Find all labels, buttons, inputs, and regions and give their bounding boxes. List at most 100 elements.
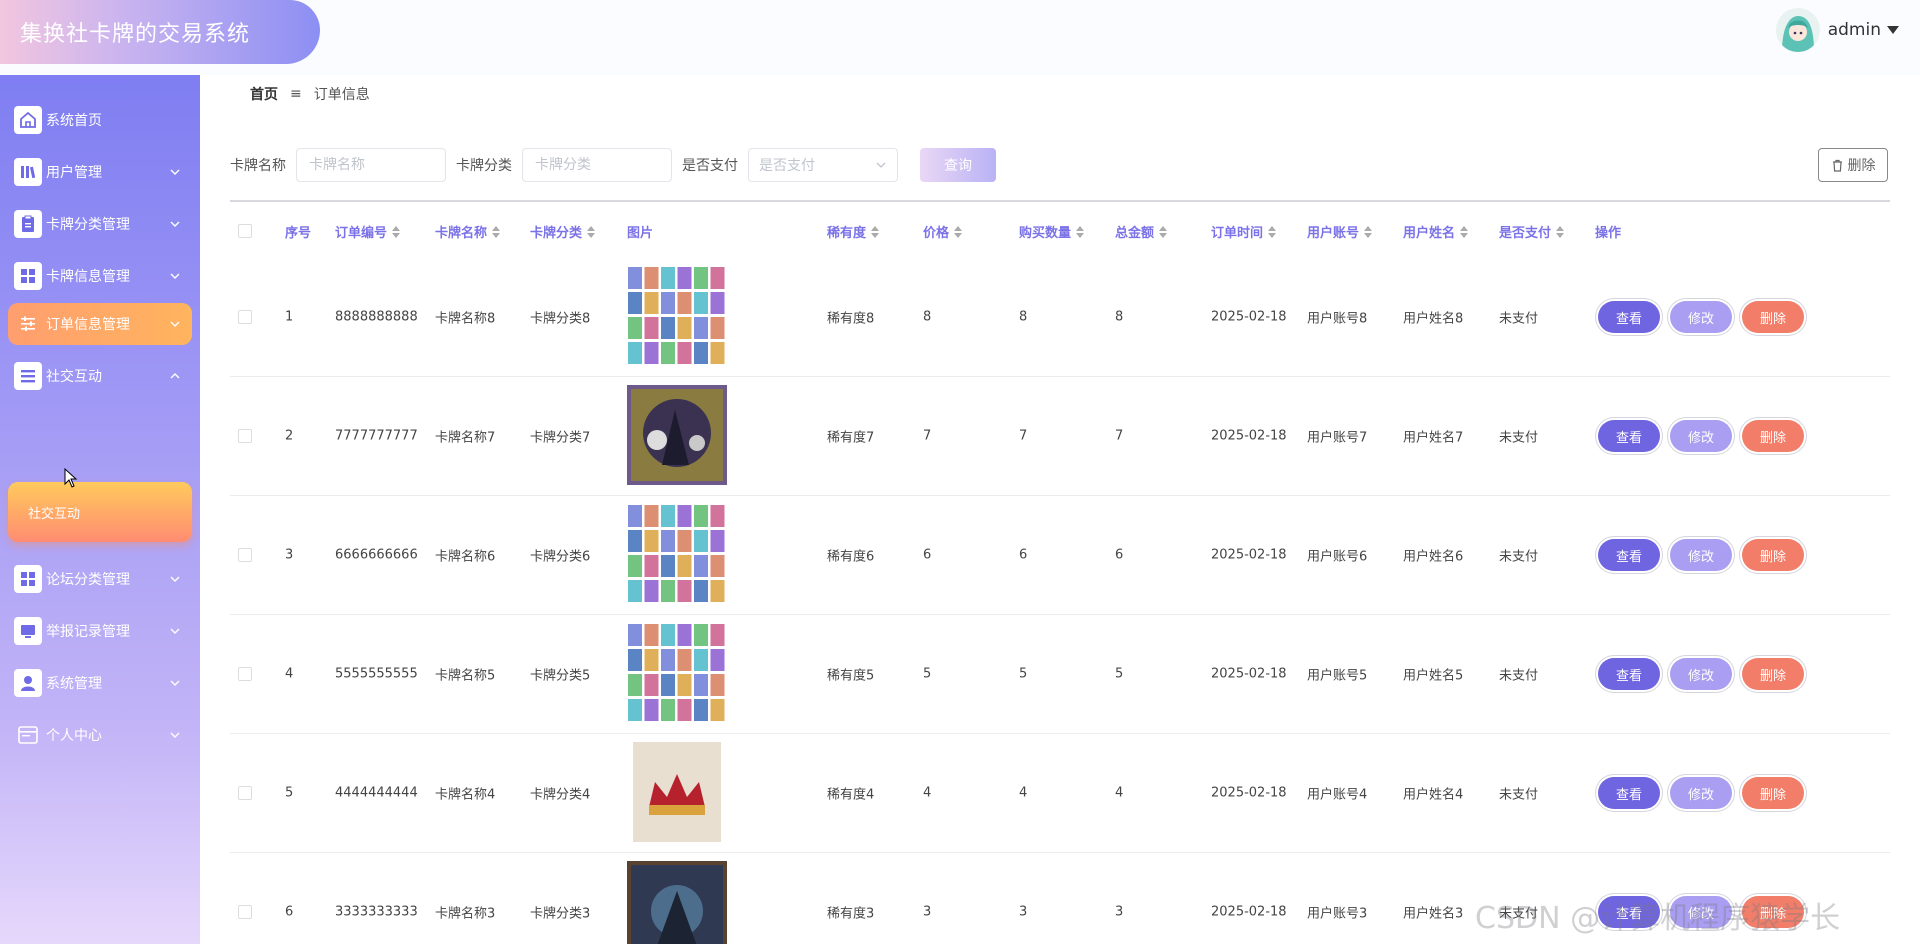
cell-card-name: 卡牌名称3	[435, 906, 496, 922]
sidebar-item-users[interactable]: 用户管理	[8, 151, 192, 193]
card-image[interactable]	[627, 623, 727, 723]
sidebar-item-system[interactable]: 系统管理	[8, 662, 192, 704]
chevron-down-icon	[170, 221, 180, 227]
cell-card-name: 卡牌名称4	[435, 787, 496, 803]
col-paid[interactable]: 是否支付	[1499, 222, 1565, 241]
cell-index: 2	[285, 428, 294, 444]
grid-icon	[14, 565, 42, 593]
cell-account: 用户账号4	[1307, 787, 1368, 803]
view-button[interactable]: 查看	[1598, 301, 1660, 333]
row-actions: 查看 修改 删除	[1598, 658, 1814, 690]
cell-rarity: 稀有度5	[827, 668, 875, 684]
cell-card-name: 卡牌名称7	[435, 430, 496, 446]
submenu-item-social[interactable]: 社交互动	[8, 482, 192, 542]
delete-button[interactable]: 删除	[1742, 777, 1804, 809]
cell-qty: 6	[1019, 547, 1028, 563]
sidebar-item-forum-category[interactable]: 论坛分类管理	[8, 558, 192, 600]
edit-button[interactable]: 修改	[1670, 658, 1732, 690]
card-category-input[interactable]	[522, 148, 672, 182]
query-button[interactable]: 查询	[920, 148, 996, 182]
cell-price: 4	[923, 785, 932, 801]
delete-button[interactable]: 删除	[1742, 420, 1804, 452]
delete-button[interactable]: 删除	[1742, 539, 1804, 571]
sidebar-item-profile[interactable]: 个人中心	[8, 714, 192, 756]
breadcrumb-home[interactable]: 首页	[250, 84, 278, 104]
col-order-no[interactable]: 订单编号	[335, 222, 401, 241]
orders-table: 序号 订单编号 卡牌名称 卡牌分类 图片 稀有度 价格 购买数量 总金额 订单时…	[230, 200, 1890, 944]
sort-icon	[954, 225, 963, 238]
sort-icon	[871, 225, 880, 238]
col-qty[interactable]: 购买数量	[1019, 222, 1085, 241]
view-button[interactable]: 查看	[1598, 777, 1660, 809]
col-price[interactable]: 价格	[923, 222, 963, 241]
card-image[interactable]	[627, 504, 727, 604]
paid-select[interactable]: 是否支付	[748, 148, 898, 182]
chevron-down-icon	[170, 576, 180, 582]
sidebar-item-label: 卡牌信息管理	[46, 269, 130, 285]
edit-button[interactable]: 修改	[1670, 539, 1732, 571]
paid-select-placeholder: 是否支付	[759, 158, 815, 174]
cell-username: 用户姓名4	[1403, 787, 1464, 803]
cell-category: 卡牌分类3	[530, 906, 591, 922]
row-checkbox[interactable]	[238, 548, 252, 562]
user-name[interactable]: admin	[1828, 20, 1881, 40]
view-button[interactable]: 查看	[1598, 658, 1660, 690]
bulk-delete-label: 删除	[1847, 158, 1876, 174]
view-button[interactable]: 查看	[1598, 539, 1660, 571]
cell-date: 2025-02-18	[1211, 309, 1287, 325]
card-name-input[interactable]	[296, 148, 446, 182]
bulk-delete-button[interactable]: 删除	[1818, 148, 1888, 182]
caret-down-icon[interactable]	[1887, 26, 1899, 34]
sidebar-item-orders[interactable]: 订单信息管理	[8, 303, 192, 345]
cell-date: 2025-02-18	[1211, 666, 1287, 682]
table-body: 1 8888888888 卡牌名称8 卡牌分类8 稀有度8 8 8 8 2025-02-18 用户…	[230, 258, 1890, 944]
sliders-icon	[14, 310, 42, 338]
cell-account: 用户账号5	[1307, 668, 1368, 684]
cell-username: 用户姓名7	[1403, 430, 1464, 446]
paid-label: 是否支付	[682, 158, 738, 174]
sidebar-item-card-info[interactable]: 卡牌信息管理	[8, 255, 192, 297]
col-rarity[interactable]: 稀有度	[827, 222, 880, 241]
sidebar-item-reports[interactable]: 举报记录管理	[8, 610, 192, 652]
sort-icon	[492, 225, 501, 238]
delete-button[interactable]: 删除	[1742, 658, 1804, 690]
view-button[interactable]: 查看	[1598, 420, 1660, 452]
col-username[interactable]: 用户姓名	[1403, 222, 1469, 241]
user-menu[interactable]: admin	[1775, 8, 1899, 52]
col-date[interactable]: 订单时间	[1211, 222, 1277, 241]
card-image[interactable]	[627, 861, 727, 944]
avatar[interactable]	[1775, 8, 1820, 52]
row-checkbox[interactable]	[238, 667, 252, 681]
sidebar-item-home[interactable]: 系统首页	[8, 99, 192, 141]
col-total[interactable]: 总金额	[1115, 222, 1168, 241]
cell-category: 卡牌分类6	[530, 549, 591, 565]
col-account[interactable]: 用户账号	[1307, 222, 1373, 241]
col-card-name[interactable]: 卡牌名称	[435, 222, 501, 241]
cell-index: 5	[285, 785, 294, 801]
col-category[interactable]: 卡牌分类	[530, 222, 596, 241]
card-image[interactable]	[627, 742, 727, 842]
cell-paid: 未支付	[1499, 787, 1539, 803]
books-icon	[14, 158, 42, 186]
edit-button[interactable]: 修改	[1670, 777, 1732, 809]
cell-paid: 未支付	[1499, 311, 1539, 327]
card-image[interactable]	[627, 385, 727, 485]
row-checkbox[interactable]	[238, 786, 252, 800]
cell-card-name: 卡牌名称6	[435, 549, 496, 565]
delete-button[interactable]: 删除	[1742, 301, 1804, 333]
trash-icon	[1832, 159, 1842, 172]
sidebar-item-card-category[interactable]: 卡牌分类管理	[8, 203, 192, 245]
row-checkbox[interactable]	[238, 905, 252, 919]
row-checkbox[interactable]	[238, 429, 252, 443]
sidebar-item-social[interactable]: 社交互动	[8, 355, 192, 397]
col-index[interactable]: 序号	[285, 222, 311, 241]
col-actions: 操作	[1595, 226, 1622, 241]
edit-button[interactable]: 修改	[1670, 420, 1732, 452]
chevron-down-icon	[170, 169, 180, 175]
card-image[interactable]	[627, 266, 727, 366]
cell-total: 5	[1115, 666, 1124, 682]
table-row: 4 5555555555 卡牌名称5 卡牌分类5 稀有度5 5 5 5 2025-02-18 用户…	[230, 615, 1890, 734]
edit-button[interactable]: 修改	[1670, 301, 1732, 333]
row-checkbox[interactable]	[238, 310, 252, 324]
select-all-checkbox[interactable]	[238, 224, 252, 238]
